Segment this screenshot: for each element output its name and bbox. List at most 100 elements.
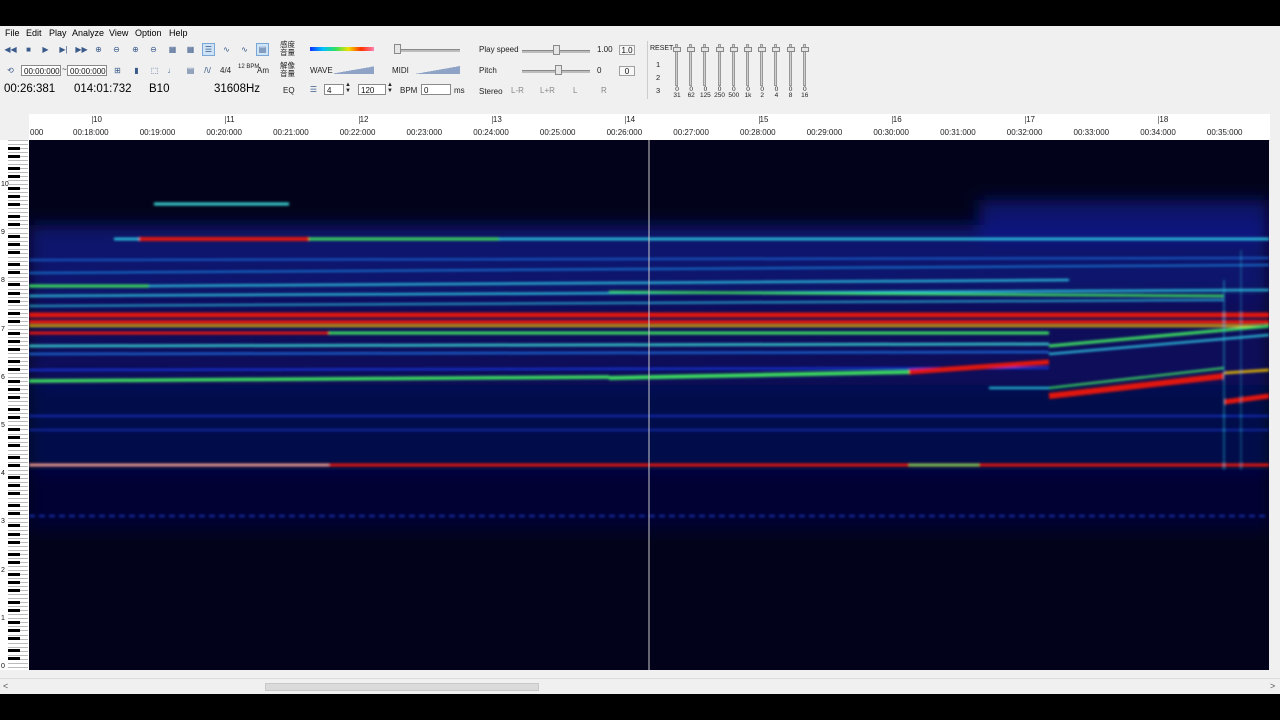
loop-icon[interactable]: ⟲ [4,64,17,77]
fast-forward-icon[interactable]: ▶▶ [75,43,88,56]
piano-black-key[interactable] [8,504,20,508]
loop-start-field[interactable]: 00:00:000 [21,65,61,76]
piano-black-key[interactable] [8,572,20,576]
sensitivity-thumb[interactable] [394,44,401,54]
menu-view[interactable]: View [109,28,128,38]
eq-band-thumb[interactable] [715,47,724,52]
play-speed-thumb[interactable] [553,45,560,55]
piano-keyboard[interactable]: 10 9 8 7 6 5 4 3 2 1 0 [0,140,30,670]
piano-black-key[interactable] [8,444,20,448]
menu-play[interactable]: Play [49,28,67,38]
piano-black-key[interactable] [8,657,20,660]
bpm-spinner[interactable]: ▲ ▼ [387,82,393,94]
bpm-icon[interactable]: 12 BPM [238,64,259,70]
note-icon[interactable]: ♩ [165,64,178,77]
play-measure-icon[interactable]: ▶| [57,43,70,56]
stereo-right-button[interactable]: R [601,86,607,95]
eq-preset-3[interactable]: 3 [656,86,660,95]
beats-field[interactable]: 4 [324,84,344,95]
piano-black-key[interactable] [8,299,20,303]
play-speed-box[interactable]: 1.0 [619,45,635,55]
piano-black-key[interactable] [8,552,20,556]
spectrum-icon[interactable]: ▤ [256,43,269,56]
piano-black-key[interactable] [8,416,20,419]
piano-black-key[interactable] [8,636,20,640]
piano-black-key[interactable] [8,524,20,528]
eq-band-slider[interactable] [786,44,795,86]
piano-black-key[interactable] [8,243,20,247]
piano-black-key[interactable] [8,456,20,460]
stereo-left-button[interactable]: L [573,86,577,95]
eq-band-thumb[interactable] [800,47,809,52]
time-signature-icon[interactable]: 4/4 [220,66,231,75]
waveform-alt-icon[interactable]: ∿ [238,43,251,56]
eq-band-slider[interactable] [800,44,809,86]
marker-icon[interactable]: ▮ [130,64,143,77]
grid-fine-icon[interactable]: ▦ [184,43,197,56]
pitch-curve-icon[interactable]: /\/ [201,64,214,77]
list-view-icon[interactable]: ☰ [202,43,215,56]
wave-volume-slider[interactable] [334,64,374,74]
zoom-out-horizontal-icon[interactable]: ⊖ [110,43,123,56]
piano-black-key[interactable] [8,359,20,363]
piano-black-key[interactable] [8,187,20,190]
piano-black-key[interactable] [8,283,20,287]
piano-black-key[interactable] [8,166,20,170]
play-icon[interactable]: ▶ [39,43,52,56]
piano-black-key[interactable] [8,512,20,516]
select-rect-icon[interactable]: ⬚ [148,64,161,77]
grid-icon[interactable]: ▦ [166,43,179,56]
menu-option[interactable]: Option [135,28,162,38]
menu-edit[interactable]: Edit [26,28,42,38]
midi-volume-slider[interactable] [416,64,460,74]
piano-black-key[interactable] [8,215,20,219]
eq-band-slider[interactable] [701,44,710,86]
eq-band-thumb[interactable] [701,47,710,52]
eq-reset-button[interactable]: RESET [650,45,673,52]
spectrogram[interactable] [29,140,1269,670]
eq-band-thumb[interactable] [772,47,781,52]
piano-black-key[interactable] [8,235,20,239]
piano-black-key[interactable] [8,620,20,624]
piano-black-key[interactable] [8,600,20,604]
snap-icon[interactable]: ⊞ [111,64,124,77]
piano-black-key[interactable] [8,428,20,431]
scroll-left-icon[interactable]: < [3,681,8,691]
zoom-in-vertical-icon[interactable]: ⊕ [129,43,142,56]
piano-black-key[interactable] [8,146,20,150]
piano-black-key[interactable] [8,648,20,652]
piano-black-key[interactable] [8,532,20,536]
eq-preset-2[interactable]: 2 [656,73,660,82]
beats-spinner[interactable]: ▲ ▼ [345,82,351,94]
stop-icon[interactable]: ■ [22,43,35,56]
piano-black-key[interactable] [8,339,20,343]
scroll-right-icon[interactable]: > [1270,681,1275,691]
piano-black-key[interactable] [8,436,20,440]
keyboard-icon[interactable]: ▤ [184,64,197,77]
piano-black-key[interactable] [8,367,20,371]
sensitivity-slider[interactable] [396,49,460,52]
eq-band-thumb[interactable] [673,47,681,52]
piano-black-key[interactable] [8,347,20,351]
stereo-lr-plus-button[interactable]: L+R [540,86,555,95]
piano-black-key[interactable] [8,588,20,592]
eq-band-slider[interactable] [729,44,738,86]
zoom-in-horizontal-icon[interactable]: ⊕ [92,43,105,56]
eq-band-slider[interactable] [673,44,681,86]
horizontal-scrollbar[interactable]: < > [0,678,1280,694]
eq-band-thumb[interactable] [687,47,696,52]
piano-black-key[interactable] [8,395,20,399]
pitch-box[interactable]: 0 [619,66,635,76]
piano-black-key[interactable] [8,263,20,267]
rewind-icon[interactable]: ◀◀ [4,43,17,56]
piano-black-key[interactable] [8,387,20,391]
chord-icon[interactable]: Am [257,66,269,75]
piano-black-key[interactable] [8,560,20,564]
piano-black-key[interactable] [8,311,20,315]
piano-black-key[interactable] [8,608,20,612]
piano-black-key[interactable] [8,251,20,255]
eq-band-thumb[interactable] [786,47,795,52]
pitch-thumb[interactable] [555,65,562,75]
eq-band-slider[interactable] [772,44,781,86]
eq-band-slider[interactable] [687,44,696,86]
